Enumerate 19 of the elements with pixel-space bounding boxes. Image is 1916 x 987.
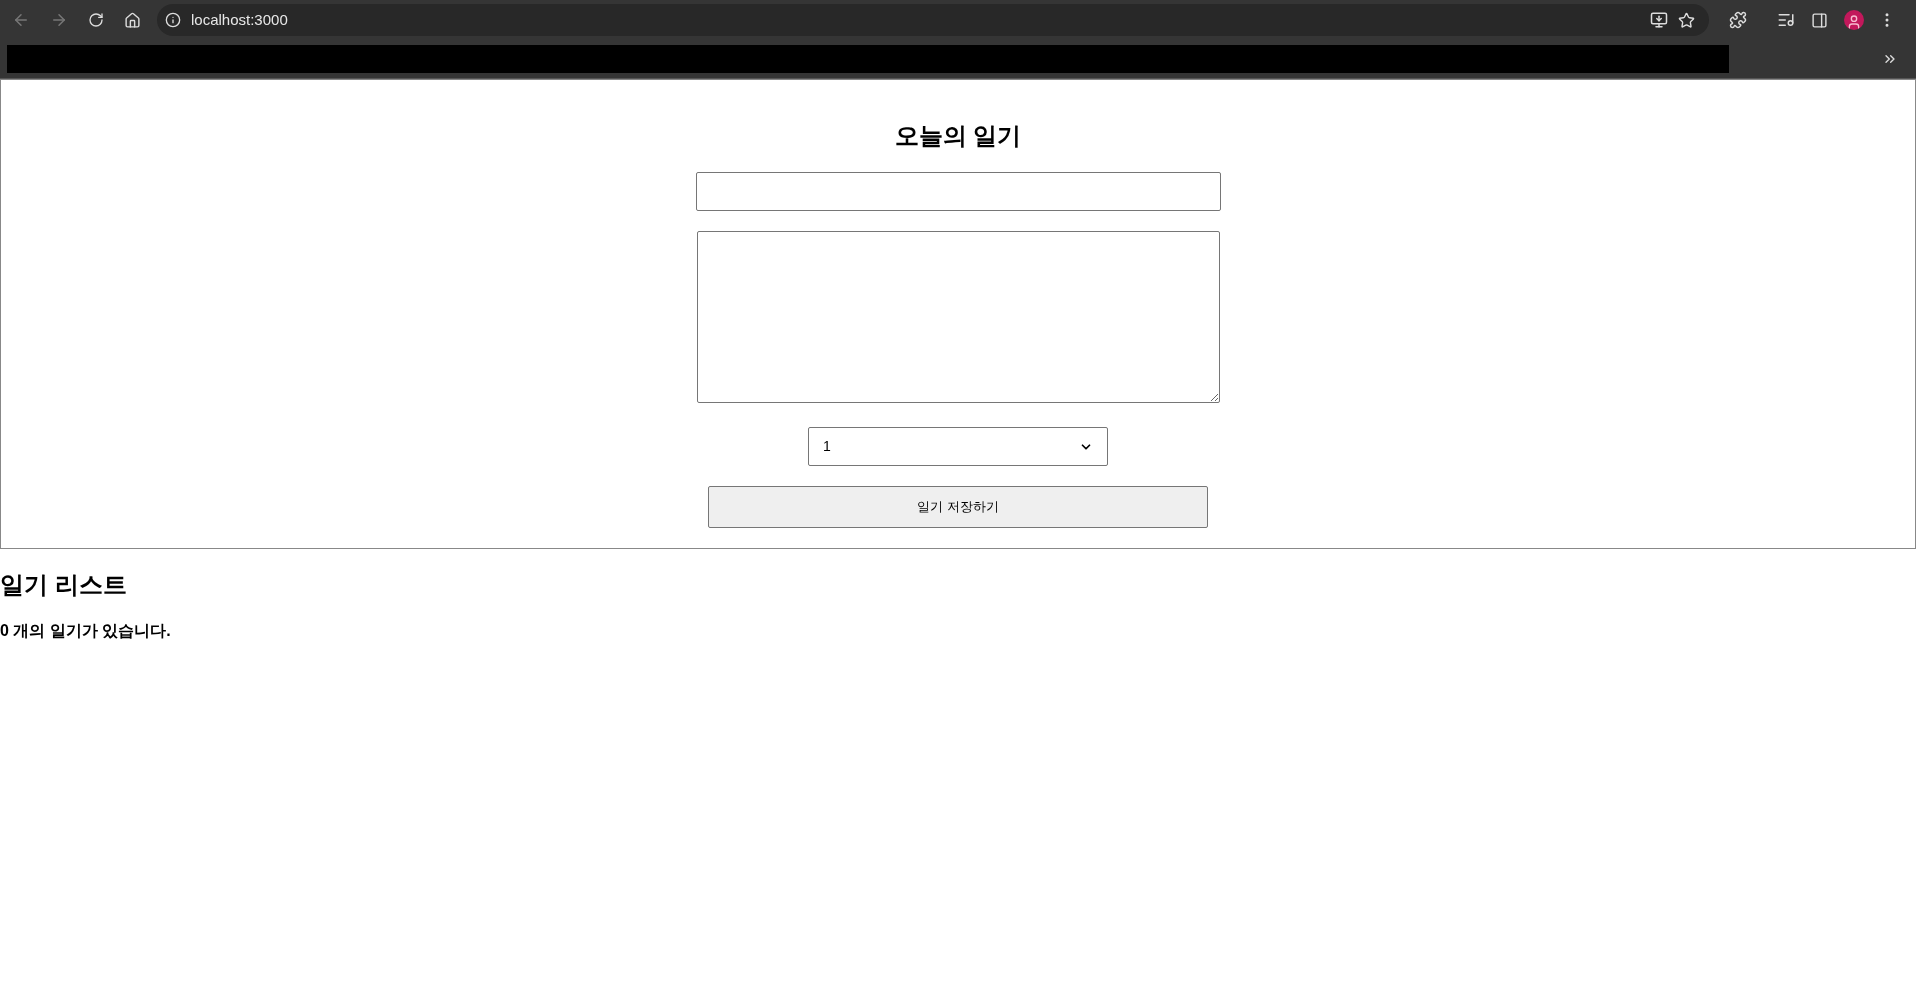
diary-count-text: 0 개의 일기가 있습니다. [0, 621, 172, 641]
reload-icon[interactable] [88, 12, 104, 28]
emotion-select[interactable]: 1 [808, 427, 1108, 466]
install-icon[interactable] [1650, 11, 1668, 29]
title-input[interactable] [695, 172, 1221, 211]
info-icon[interactable] [165, 12, 181, 28]
extensions-icon[interactable] [1729, 11, 1747, 29]
forward-icon[interactable] [50, 11, 68, 29]
profile-avatar[interactable] [1844, 10, 1864, 30]
editor-title: 오늘의 일기 [894, 121, 1022, 151]
address-bar[interactable]: localhost:3000 [157, 4, 1709, 36]
media-list-icon[interactable] [1777, 11, 1795, 29]
side-panel-icon[interactable] [1811, 11, 1828, 29]
bookmark-star-icon[interactable] [1678, 11, 1695, 29]
list-heading: 일기 리스트 [0, 570, 128, 600]
url-text: localhost:3000 [191, 9, 289, 30]
home-icon[interactable] [124, 11, 141, 29]
back-icon[interactable] [12, 11, 30, 29]
save-button[interactable]: 일기 저장하기 [708, 486, 1208, 528]
